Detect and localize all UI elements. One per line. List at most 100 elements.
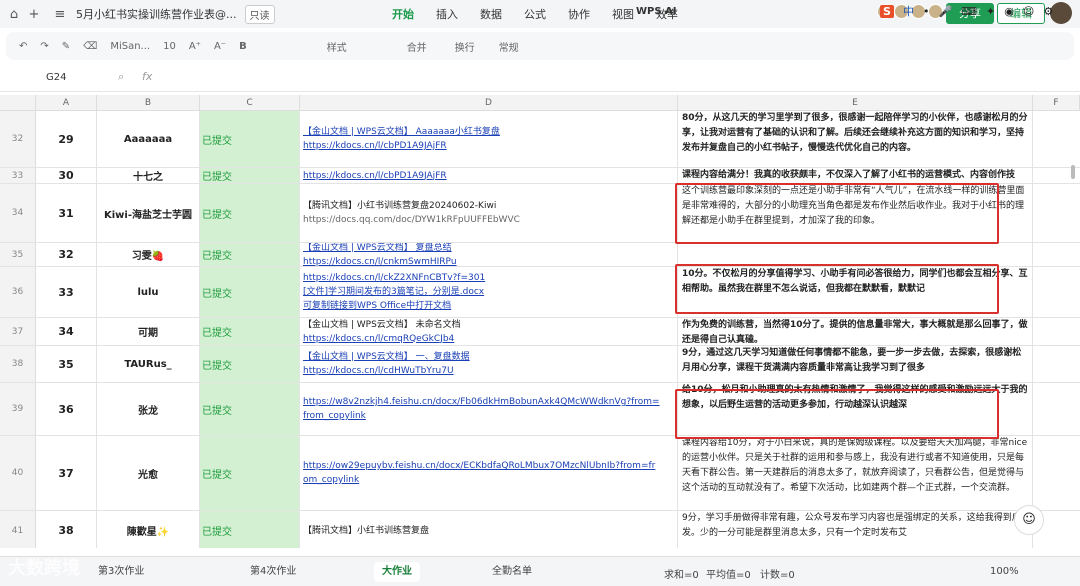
cell-link[interactable]: https://ow29epuybv.feishu.cn/docx/ECKbdf… — [300, 436, 678, 510]
menu-icon[interactable]: ≡ — [50, 7, 70, 22]
cell-index[interactable]: 35 — [36, 346, 97, 382]
eraser-icon[interactable]: ⌫ — [83, 41, 97, 52]
cell-empty[interactable] — [1033, 346, 1080, 382]
vertical-scrollbar[interactable] — [1071, 165, 1075, 179]
cell-index[interactable]: 29 — [36, 111, 97, 167]
hyperlink[interactable]: https://ow29epuybv.feishu.cn/docx/ECKbdf… — [303, 459, 674, 473]
menu-start[interactable]: 开始 — [392, 6, 414, 22]
column-header[interactable]: D — [300, 95, 678, 111]
cell-feedback[interactable]: 课程内容给满分！我真的收获颇丰，不仅深入了解了小红书的运营模式、内容创作技巧， — [678, 168, 1033, 183]
menu-insert[interactable]: 插入 — [436, 6, 458, 22]
cell-name[interactable]: Kiwi-海盐芝士芋圆 — [97, 184, 200, 242]
redo-icon[interactable]: ↷ — [40, 41, 48, 52]
column-header[interactable]: A — [36, 95, 97, 111]
menu-data[interactable]: 数据 — [480, 6, 502, 22]
cell-index[interactable]: 31 — [36, 184, 97, 242]
cell-status[interactable]: 已提交 — [200, 168, 300, 183]
cell-link[interactable]: 【金山文档 | WPS云文档】 复盘总结 https://kdocs.cn/l/c… — [300, 243, 678, 266]
tools-icon[interactable]: ✦ — [986, 5, 995, 18]
wps-ai-button[interactable]: WPS AI — [636, 6, 677, 17]
cell-status[interactable]: 已提交 — [200, 383, 300, 435]
style-button[interactable]: 样式 — [327, 39, 347, 54]
font-shrink-icon[interactable]: A⁻ — [214, 41, 226, 52]
column-header[interactable]: F — [1033, 95, 1080, 111]
column-header[interactable]: E — [678, 95, 1033, 111]
cell-name[interactable]: 陳歡星✨ — [97, 511, 200, 548]
hyperlink[interactable]: 【金山文档 | WPS云文档】 Aaaaaaa小红书复盘 — [303, 125, 674, 139]
user-icon[interactable]: ☺ — [1023, 5, 1034, 18]
menu-collab[interactable]: 协作 — [568, 6, 590, 22]
format-painter-icon[interactable]: ✎ — [62, 41, 70, 52]
hyperlink[interactable]: 【金山文档 | WPS云文档】 复盘总结 — [303, 243, 674, 255]
cell-index[interactable]: 30 — [36, 168, 97, 183]
hyperlink[interactable]: https://kdocs.cn/l/ckZ2XNFnCBTv?f=301 — [303, 271, 674, 285]
row-number[interactable]: 36 — [0, 267, 36, 317]
row-number[interactable]: 34 — [0, 184, 36, 242]
home-icon[interactable]: ⌂ — [4, 7, 24, 22]
zoom-icon[interactable]: ⌕ — [118, 70, 124, 84]
hyperlink[interactable]: 可复制链接到WPS Office中打开文档 — [303, 299, 674, 313]
cell-feedback[interactable]: 9分，通过这几天学习知道做任何事情都不能急，要一步一步去做，去探索，很感谢松月用… — [678, 346, 1033, 382]
cell-link[interactable]: https://w8v2nzkjh4.feishu.cn/docx/Fb06dk… — [300, 383, 678, 435]
row-number[interactable]: 39 — [0, 383, 36, 435]
cell-status[interactable]: 已提交 — [200, 243, 300, 266]
cell-name[interactable]: 习雯🍓 — [97, 243, 200, 266]
mic-icon[interactable]: 🎤 — [938, 5, 952, 18]
cell-link[interactable]: https://kdocs.cn/l/cbPD1A9JAjFR — [300, 168, 678, 183]
cell-status[interactable]: 已提交 — [200, 267, 300, 317]
row-number[interactable]: 41 — [0, 511, 36, 548]
row-number[interactable]: 33 — [0, 168, 36, 183]
cell-name[interactable]: TAURus_ — [97, 346, 200, 382]
cell-empty[interactable] — [1033, 267, 1080, 317]
cell-link[interactable]: 【金山文档 | WPS云文档】 Aaaaaaa小红书复盘 https://kdoc… — [300, 111, 678, 167]
cell-name[interactable]: 可期 — [97, 318, 200, 345]
document-title[interactable]: 5月小红书实操训练营作业表@... — [76, 6, 237, 22]
cell-status[interactable]: 已提交 — [200, 184, 300, 242]
punctuation-icon[interactable]: • — [923, 5, 930, 18]
corner-cell[interactable] — [0, 95, 36, 111]
undo-icon[interactable]: ↶ — [19, 41, 27, 52]
cell-empty[interactable] — [1033, 184, 1080, 242]
zoom-level[interactable]: 100% — [990, 566, 1019, 577]
font-grow-icon[interactable]: A⁺ — [189, 41, 201, 52]
cell-name[interactable]: lulu — [97, 267, 200, 317]
spreadsheet-grid[interactable]: 32 29 Aaaaaaa 已提交 【金山文档 | WPS云文档】 Aaaaaaa小红书… — [0, 111, 1080, 548]
hyperlink[interactable]: from_copylink — [303, 409, 674, 423]
new-tab-icon[interactable]: + — [24, 7, 44, 22]
cell-name[interactable]: 张龙 — [97, 383, 200, 435]
hyperlink[interactable]: https://kdocs.cn/l/cnkmSwmHIRPu — [303, 255, 674, 267]
cell-link[interactable]: 【金山文档 | WPS云文档】 一、复盘数据 https://kdocs.cn/l… — [300, 346, 678, 382]
ime-mode[interactable]: 中 — [903, 3, 914, 19]
cell-index[interactable]: 33 — [36, 267, 97, 317]
row-number[interactable]: 32 — [0, 111, 36, 167]
menu-view[interactable]: 视图 — [612, 6, 634, 22]
row-number[interactable]: 35 — [0, 243, 36, 266]
cell-index[interactable]: 32 — [36, 243, 97, 266]
cell-empty[interactable] — [1033, 383, 1080, 435]
sheet-tab[interactable]: 全勤名单 — [484, 562, 540, 582]
row-number[interactable]: 37 — [0, 318, 36, 345]
cell-empty[interactable] — [1033, 436, 1080, 510]
sheet-tab-active[interactable]: 大作业 — [374, 562, 420, 582]
cell-status[interactable]: 已提交 — [200, 436, 300, 510]
cell-feedback[interactable]: 80分，从这几天的学习里学到了很多，很感谢一起陪伴学习的小伙伴，也感谢松月的分享… — [678, 111, 1033, 167]
merge-button[interactable]: 合并 — [407, 39, 427, 54]
cell-index[interactable]: 34 — [36, 318, 97, 345]
row-number[interactable]: 38 — [0, 346, 36, 382]
font-size-select[interactable]: 10 — [163, 41, 176, 52]
column-header[interactable]: B — [97, 95, 200, 111]
fx-icon[interactable]: fx — [142, 70, 152, 83]
cell-feedback[interactable]: 课程内容给10分，对于小白来说，真的是保姆级课程。以及要给天天加鸡腿，非常nic… — [678, 436, 1033, 510]
cell-name[interactable]: 光愈 — [97, 436, 200, 510]
cell-feedback[interactable]: 作为免费的训练营，当然得10分了。提供的信息量非常大，事大概就是那么回事了，做还… — [678, 318, 1033, 345]
assistant-icon[interactable]: ☺ — [1014, 505, 1044, 535]
sheet-tab[interactable]: 第4次作业 — [242, 562, 304, 582]
cell-empty[interactable] — [1033, 318, 1080, 345]
sougou-icon[interactable]: S — [880, 4, 894, 18]
cell-link[interactable]: 【腾讯文档】小红书训练营复盘20240602-Kiwi https://docs.… — [300, 184, 678, 242]
hyperlink[interactable]: https://w8v2nzkjh4.feishu.cn/docx/Fb06dk… — [303, 395, 674, 409]
wrap-button[interactable]: 换行 — [455, 39, 475, 54]
hyperlink[interactable]: https://kdocs.cn/l/cmqRQeGkCJb4 — [303, 332, 674, 346]
hyperlink[interactable]: https://kdocs.cn/l/cbPD1A9JAjFR — [303, 139, 674, 153]
cell-status[interactable]: 已提交 — [200, 346, 300, 382]
